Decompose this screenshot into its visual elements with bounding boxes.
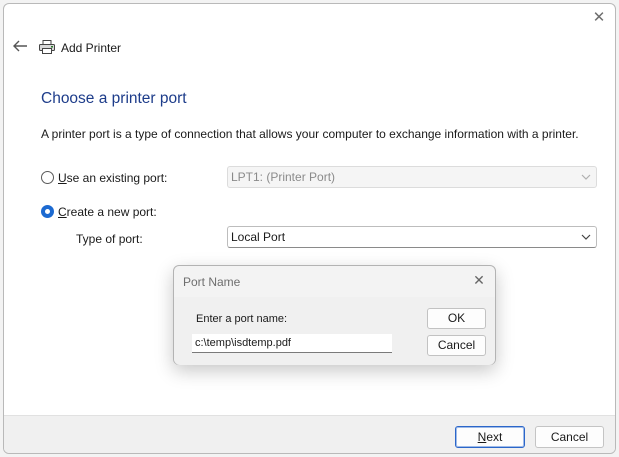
existing-port-value: LPT1: (Printer Port)	[231, 170, 336, 184]
next-button[interactable]: Next	[455, 426, 525, 448]
chevron-down-icon	[581, 234, 591, 240]
dialog-body: Enter a port name: OK Cancel	[174, 297, 495, 365]
back-arrow-icon[interactable]	[11, 39, 29, 53]
close-icon: ✕	[592, 9, 606, 26]
printer-icon	[39, 40, 55, 54]
port-type-value: Local Port	[231, 230, 286, 244]
cancel-button[interactable]: Cancel	[535, 426, 604, 448]
dialog-close-button[interactable]: ✕	[472, 272, 486, 289]
use-existing-port-label[interactable]: Use an existing port:	[58, 171, 167, 185]
dialog-ok-button[interactable]: OK	[427, 308, 486, 329]
add-printer-window: ✕ Add Printer Choose a printer port A pr…	[3, 3, 616, 454]
dialog-title: Port Name	[183, 275, 241, 289]
footer-bar: Next Cancel	[4, 415, 615, 453]
close-icon: ✕	[473, 272, 485, 288]
port-name-dialog: Port Name ✕ Enter a port name: OK Cancel	[173, 265, 496, 365]
create-new-port-label[interactable]: Create a new port:	[58, 205, 157, 219]
chevron-down-icon	[581, 174, 591, 180]
window-close-button[interactable]: ✕	[591, 10, 607, 26]
type-of-port-label: Type of port:	[76, 232, 143, 246]
port-name-prompt: Enter a port name:	[196, 313, 288, 325]
port-type-select[interactable]: Local Port	[227, 226, 597, 248]
page-description: A printer port is a type of connection t…	[41, 127, 579, 141]
radio-create-new-port[interactable]	[41, 205, 54, 218]
radio-use-existing-port[interactable]	[41, 171, 54, 184]
dialog-cancel-button[interactable]: Cancel	[427, 335, 486, 356]
page-heading: Choose a printer port	[41, 90, 187, 107]
existing-port-select: LPT1: (Printer Port)	[227, 166, 597, 188]
port-name-input[interactable]	[192, 334, 392, 353]
window-title: Add Printer	[61, 41, 122, 55]
